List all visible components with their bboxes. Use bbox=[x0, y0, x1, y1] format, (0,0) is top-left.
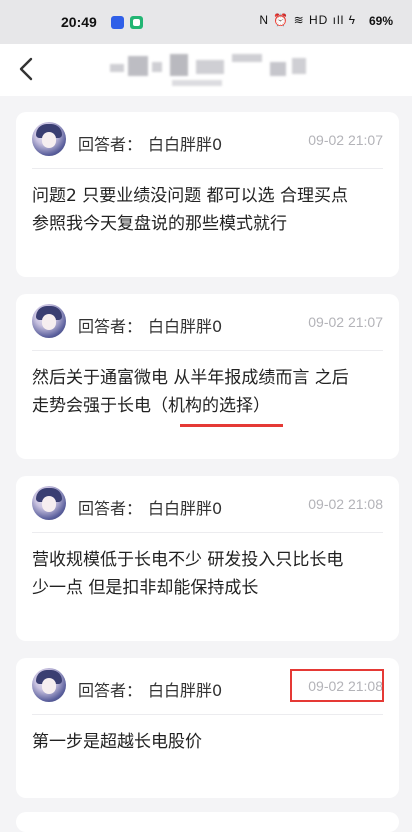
nav-title-blurred bbox=[100, 50, 320, 90]
answerer: 回答者： 白白胖胖0 bbox=[78, 131, 222, 155]
app-notification-icon bbox=[111, 16, 124, 29]
avatar[interactable] bbox=[32, 668, 66, 702]
app-notification-icon-2 bbox=[130, 16, 143, 29]
answerer-name: 白白胖胖0 bbox=[148, 681, 223, 700]
avatar[interactable] bbox=[32, 486, 66, 520]
status-bar: 20:49 N ⏰ ≋ HD ıll ϟ 69% bbox=[0, 0, 412, 44]
answer-card: 回答者： 白白胖胖0 09-02 21:07 然后关于通富微电 从半年报成绩而言 … bbox=[16, 294, 399, 459]
battery-level: 69% bbox=[368, 14, 393, 28]
status-icons: N ⏰ ≋ HD ıll ϟ bbox=[259, 13, 356, 27]
answer-text: 第一步是超越长电股价 bbox=[32, 728, 385, 756]
answerer-label: 回答者： bbox=[78, 681, 143, 700]
card-header: 回答者： 白白胖胖0 09-02 21:07 bbox=[16, 112, 399, 168]
timestamp: 09-02 21:07 bbox=[308, 314, 383, 330]
divider bbox=[32, 168, 383, 169]
answer-line: 少一点 但是扣非却能保持成长 bbox=[32, 578, 259, 598]
answer-text: 营收规模低于长电不少 研发投入只比长电 少一点 但是扣非却能保持成长 bbox=[32, 546, 385, 602]
answer-card: 回答者： 白白胖胖0 09-02 21:08 第一步是超越长电股价 bbox=[16, 658, 399, 798]
answer-line: 营收规模低于长电不少 研发投入只比长电 bbox=[32, 550, 344, 570]
answer-line: 问题2 只要业绩没问题 都可以选 合理买点 bbox=[32, 186, 349, 206]
card-header: 回答者： 白白胖胖0 09-02 21:08 bbox=[16, 476, 399, 532]
answer-card-partial bbox=[16, 812, 399, 832]
card-header: 回答者： 白白胖胖0 09-02 21:07 bbox=[16, 294, 399, 350]
answerer-label: 回答者： bbox=[78, 499, 143, 518]
chevron-left-icon bbox=[19, 57, 33, 81]
answer-line: 然后关于通富微电 从半年报成绩而言 之后 bbox=[32, 368, 349, 388]
back-button[interactable] bbox=[14, 56, 38, 82]
answerer-label: 回答者： bbox=[78, 317, 143, 336]
answerer: 回答者： 白白胖胖0 bbox=[78, 495, 222, 519]
answerer: 回答者： 白白胖胖0 bbox=[78, 313, 222, 337]
answerer-label: 回答者： bbox=[78, 135, 143, 154]
answer-text: 然后关于通富微电 从半年报成绩而言 之后 走势会强于长电（机构的选择） bbox=[32, 364, 385, 420]
timestamp: 09-02 21:07 bbox=[308, 132, 383, 148]
answerer-name: 白白胖胖0 bbox=[148, 499, 223, 518]
avatar[interactable] bbox=[32, 122, 66, 156]
divider bbox=[32, 714, 383, 715]
status-time: 20:49 bbox=[61, 14, 97, 30]
divider bbox=[32, 350, 383, 351]
answer-line: 第一步是超越长电股价 bbox=[32, 732, 202, 752]
highlight-underline bbox=[180, 424, 283, 427]
answer-line: 参照我今天复盘说的那些模式就行 bbox=[32, 214, 287, 234]
divider bbox=[32, 532, 383, 533]
answer-card: 回答者： 白白胖胖0 09-02 21:07 问题2 只要业绩没问题 都可以选 合… bbox=[16, 112, 399, 277]
avatar[interactable] bbox=[32, 304, 66, 338]
answerer: 回答者： 白白胖胖0 bbox=[78, 677, 222, 701]
nav-bar bbox=[0, 44, 412, 96]
highlight-box bbox=[290, 669, 384, 702]
answerer-name: 白白胖胖0 bbox=[148, 135, 223, 154]
answer-line: 走势会强于长电（机构的选择） bbox=[32, 396, 270, 416]
answer-text: 问题2 只要业绩没问题 都可以选 合理买点 参照我今天复盘说的那些模式就行 bbox=[32, 182, 385, 238]
timestamp: 09-02 21:08 bbox=[308, 496, 383, 512]
answerer-name: 白白胖胖0 bbox=[148, 317, 223, 336]
answer-card: 回答者： 白白胖胖0 09-02 21:08 营收规模低于长电不少 研发投入只比长… bbox=[16, 476, 399, 641]
